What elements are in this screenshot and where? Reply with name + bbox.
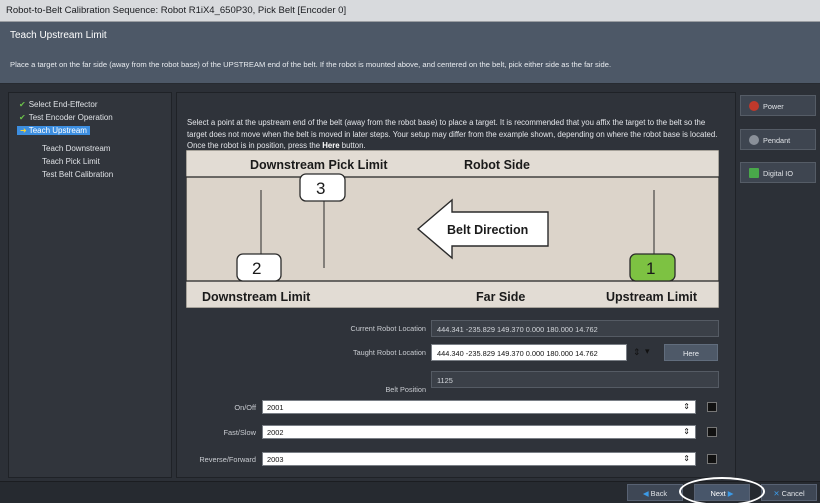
- robot-side-label: Robot Side: [464, 158, 530, 172]
- side-panel: Power Pendant Digital IO: [740, 92, 820, 478]
- step-title: Teach Upstream Limit: [10, 30, 107, 41]
- step-label: Test Encoder Operation: [28, 113, 113, 122]
- step-label: Select End-Effector: [28, 100, 98, 109]
- current-step-icon: ➜: [20, 126, 27, 135]
- instructions-end: button.: [339, 141, 366, 150]
- on-off-value: 2001: [267, 403, 284, 412]
- checkmark-icon: ✔: [19, 100, 26, 109]
- digital-io-label: Digital IO: [763, 169, 794, 178]
- window-title: Robot-to-Belt Calibration Sequence: Robo…: [6, 5, 347, 16]
- instructions-here: Here: [322, 141, 340, 150]
- fast-slow-label: Fast/Slow: [223, 428, 256, 437]
- upstream-limit-label: Upstream Limit: [606, 290, 698, 304]
- step-label: Test Belt Calibration: [42, 170, 114, 179]
- far-side-label: Far Side: [476, 290, 525, 304]
- step-header: Teach Upstream Limit Place a target on t…: [0, 22, 820, 84]
- step-item-test-belt-calibration[interactable]: Test Belt Calibration: [42, 170, 113, 179]
- reverse-forward-select[interactable]: 2003 ⇕: [262, 452, 696, 466]
- current-location-label: Current Robot Location: [350, 324, 426, 333]
- dropdown-arrow-icon[interactable]: ▾: [645, 346, 650, 357]
- back-label: Back: [650, 489, 668, 498]
- step-label: Teach Upstream: [28, 126, 87, 135]
- on-off-indicator[interactable]: [707, 402, 717, 412]
- steps-panel: ✔ Select End-Effector ✔ Test Encoder Opera…: [8, 92, 172, 478]
- downstream-limit-label: Downstream Limit: [202, 290, 311, 304]
- fast-slow-indicator[interactable]: [707, 427, 717, 437]
- on-off-select[interactable]: 2001 ⇕: [262, 400, 696, 414]
- digital-io-icon: [749, 168, 759, 178]
- step-item-teach-upstream[interactable]: ➜ Teach Upstream: [17, 126, 90, 135]
- marker-1-label: 1: [646, 259, 655, 278]
- marker-2-label: 2: [252, 259, 261, 278]
- spinner-icon[interactable]: ⇕: [683, 454, 690, 463]
- pendant-button[interactable]: Pendant: [740, 129, 816, 150]
- reverse-forward-value: 2003: [267, 455, 284, 464]
- back-button[interactable]: ◀ Back: [627, 484, 683, 501]
- belt-position-field: 1125: [431, 371, 719, 388]
- instructions: Select a point at the upstream end of th…: [187, 117, 727, 152]
- next-highlight-ellipse: [679, 477, 765, 503]
- pendant-label: Pendant: [763, 136, 791, 145]
- instructions-text: Select a point at the upstream end of th…: [187, 118, 718, 150]
- belt-position-label: Belt Position: [385, 385, 426, 394]
- fast-slow-value: 2002: [267, 428, 284, 437]
- here-button[interactable]: Here: [664, 344, 718, 361]
- power-label: Power: [763, 102, 784, 111]
- cancel-icon: ✕: [773, 489, 782, 498]
- taught-location-label: Taught Robot Location: [352, 348, 426, 357]
- step-item-test-encoder[interactable]: ✔ Test Encoder Operation: [19, 113, 113, 122]
- spinner-icon[interactable]: ⇕: [683, 427, 690, 436]
- step-item-select-end-effector[interactable]: ✔ Select End-Effector: [19, 100, 97, 109]
- step-item-teach-pick-limit[interactable]: Teach Pick Limit: [42, 157, 100, 166]
- spinner-icon[interactable]: ⇕: [683, 402, 690, 411]
- fast-slow-select[interactable]: 2002 ⇕: [262, 425, 696, 439]
- downstream-pick-limit-label: Downstream Pick Limit: [250, 158, 388, 172]
- digital-io-button[interactable]: Digital IO: [740, 162, 816, 183]
- marker-3-label: 3: [316, 179, 325, 198]
- cancel-label: Cancel: [781, 489, 805, 498]
- spinner-icon[interactable]: ⇕: [633, 347, 641, 358]
- belt-diagram: Downstream Pick Limit Robot Side Downstr…: [186, 150, 719, 308]
- taught-location-input[interactable]: 444.340 -235.829 149.370 0.000 180.000 1…: [431, 344, 627, 361]
- power-button[interactable]: Power: [740, 95, 816, 116]
- reverse-forward-indicator[interactable]: [707, 454, 717, 464]
- reverse-forward-label: Reverse/Forward: [199, 455, 256, 464]
- cancel-button[interactable]: ✕ Cancel: [761, 484, 817, 501]
- power-icon: [749, 101, 759, 111]
- belt-direction-label: Belt Direction: [447, 223, 528, 237]
- pendant-icon: [749, 135, 759, 145]
- on-off-label: On/Off: [234, 403, 256, 412]
- current-location-field: 444.341 -235.829 149.370 0.000 180.000 1…: [431, 320, 719, 337]
- step-item-teach-downstream[interactable]: Teach Downstream: [42, 144, 110, 153]
- step-label: Teach Downstream: [42, 144, 111, 153]
- back-arrow-icon: ◀: [642, 489, 651, 498]
- checkmark-icon: ✔: [19, 113, 26, 122]
- window-titlebar: Robot-to-Belt Calibration Sequence: Robo…: [0, 0, 820, 22]
- step-label: Teach Pick Limit: [42, 157, 100, 166]
- step-description: Place a target on the far side (away fro…: [10, 60, 612, 69]
